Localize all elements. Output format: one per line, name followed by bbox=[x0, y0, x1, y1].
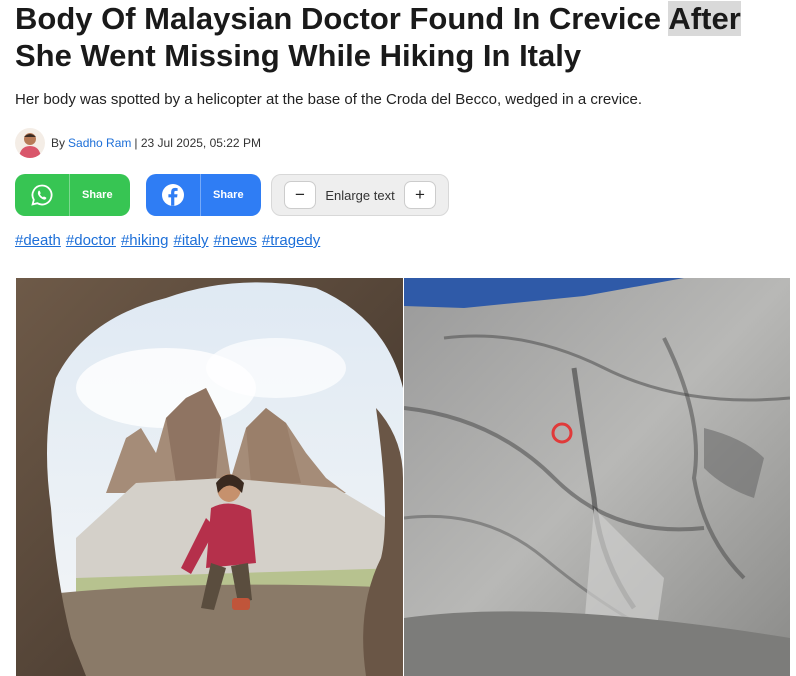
tag-doctor[interactable]: #doctor bbox=[66, 232, 116, 249]
article-subtitle: Her body was spotted by a helicopter at … bbox=[15, 91, 643, 108]
tag-tragedy[interactable]: #tragedy bbox=[262, 232, 320, 249]
tag-hiking[interactable]: #hiking bbox=[121, 232, 169, 249]
tag-news[interactable]: #news bbox=[214, 232, 257, 249]
whatsapp-icon bbox=[15, 174, 70, 216]
facebook-share-button[interactable]: Share bbox=[146, 174, 261, 216]
tag-death[interactable]: #death bbox=[15, 232, 61, 249]
title-main: Body Of Malaysian Doctor Found In Crevic… bbox=[15, 1, 669, 36]
title-line2: She Went Missing While Hiking In Italy bbox=[15, 38, 582, 73]
author-avatar[interactable] bbox=[15, 128, 45, 158]
title-highlight: After bbox=[668, 1, 741, 36]
byline-prefix: By bbox=[51, 136, 66, 150]
byline-separator: | bbox=[134, 136, 138, 150]
tag-list: #death #doctor #hiking #italy #news #tragedy bbox=[15, 232, 325, 249]
publish-date: 23 Jul 2025, 05:22 PM bbox=[140, 136, 261, 150]
author-link[interactable]: Sadho Ram bbox=[68, 136, 131, 150]
byline: By Sadho Ram | 23 Jul 2025, 05:22 PM bbox=[15, 128, 261, 158]
whatsapp-share-label: Share bbox=[82, 189, 113, 201]
photo-rock-face bbox=[404, 278, 790, 676]
enlarge-text-control: − Enlarge text + bbox=[271, 174, 449, 216]
whatsapp-share-button[interactable]: Share bbox=[15, 174, 130, 216]
increase-text-button[interactable]: + bbox=[404, 181, 436, 209]
facebook-icon bbox=[146, 174, 201, 216]
decrease-text-button[interactable]: − bbox=[284, 181, 316, 209]
article-title: Body Of Malaysian Doctor Found In Crevic… bbox=[15, 0, 790, 74]
photo-hiker-cave bbox=[16, 278, 403, 676]
tag-italy[interactable]: #italy bbox=[173, 232, 208, 249]
facebook-share-label: Share bbox=[213, 189, 244, 201]
enlarge-text-label: Enlarge text bbox=[325, 187, 395, 203]
